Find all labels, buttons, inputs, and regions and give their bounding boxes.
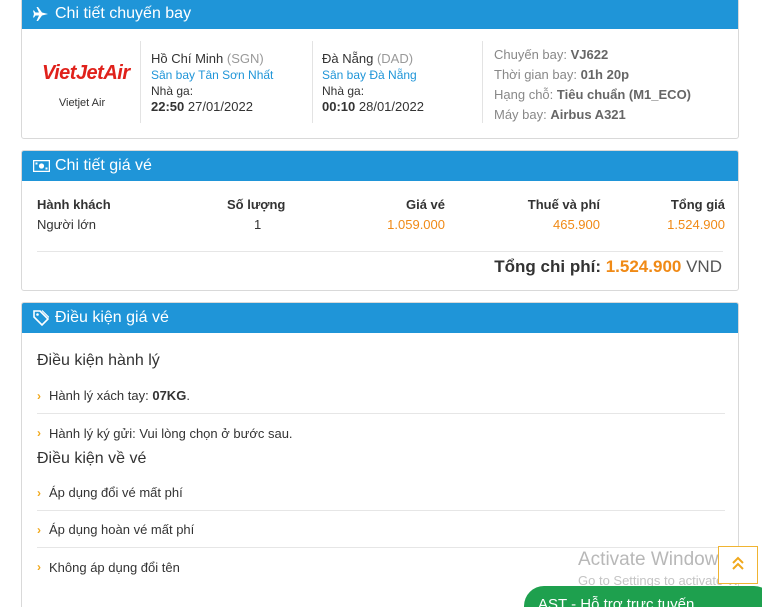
price-table: Hành khách Số lượng Giá vé Thuế và phí T… bbox=[37, 197, 725, 237]
departure-terminal: Nhà ga: bbox=[151, 84, 194, 98]
baggage-conditions-title: Điều kiện hành lý bbox=[37, 352, 160, 369]
flight-number-label: Chuyến bay: bbox=[494, 47, 567, 62]
banknote-icon bbox=[32, 157, 50, 175]
col-total: Tổng giá bbox=[670, 197, 725, 212]
chevron-right-icon: › bbox=[37, 522, 41, 537]
grand-total: Tổng chi phí: 1.524.900 VND bbox=[494, 257, 722, 277]
list-item: › Áp dụng đổi vé mất phí bbox=[37, 475, 725, 511]
arrival-city: Đà Nẵng bbox=[322, 51, 374, 66]
flight-detail-title: Chi tiết chuyến bay bbox=[55, 5, 192, 22]
flight-number: VJ622 bbox=[570, 47, 609, 62]
divider bbox=[482, 41, 483, 123]
ticket-condition: Áp dụng đổi vé mất phí bbox=[49, 485, 183, 500]
divider bbox=[37, 251, 723, 252]
arrival-date: 28/01/2022 bbox=[358, 99, 424, 114]
arrival-code: (DAD) bbox=[376, 51, 414, 66]
scroll-to-top-button[interactable] bbox=[718, 546, 758, 584]
checked-baggage-text: Hành lý ký gửi: Vui lòng chọn ở bước sau… bbox=[49, 425, 293, 441]
aircraft: Airbus A321 bbox=[550, 107, 626, 122]
col-tax: Thuế và phí bbox=[527, 197, 600, 212]
arrival-terminal: Nhà ga: bbox=[322, 84, 365, 98]
airplane-icon bbox=[32, 5, 50, 23]
chevron-right-icon: › bbox=[37, 426, 41, 440]
flight-detail-header: Chi tiết chuyến bay bbox=[22, 0, 738, 29]
price-detail-title: Chi tiết giá vé bbox=[55, 157, 152, 174]
duration: 01h 20p bbox=[580, 67, 630, 82]
airline-logo: VietJetAir Vietjet Air bbox=[42, 62, 130, 109]
col-fare: Giá vé bbox=[405, 197, 445, 212]
activate-windows-watermark: Activate Windows bbox=[578, 549, 728, 570]
row-total-value: 1.524.900 bbox=[667, 217, 725, 232]
passenger-quantity: 1 bbox=[254, 217, 262, 232]
ticket-condition: Không áp dụng đổi tên bbox=[49, 559, 180, 575]
fare-conditions-header: Điều kiện giá vé bbox=[22, 303, 738, 333]
departure-time: 22:50 bbox=[151, 99, 185, 114]
departure-airport[interactable]: Sân bay Tân Sơn Nhất bbox=[151, 67, 273, 83]
arrival-info: Đà Nẵng (DAD) Sân bay Đà Nẵng Nhà ga: 00… bbox=[322, 51, 424, 115]
departure-info: Hồ Chí Minh (SGN) Sân bay Tân Sơn Nhất N… bbox=[151, 51, 273, 115]
list-item: › Hành lý xách tay: 07KG. bbox=[37, 378, 725, 414]
vietjet-logo: VietJetAir bbox=[42, 62, 130, 84]
flight-meta: Chuyến bay: VJ622 Thời gian bay: 01h 20p… bbox=[494, 45, 691, 125]
duration-label: Thời gian bay: bbox=[494, 67, 577, 82]
price-table-header: Hành khách Số lượng Giá vé Thuế và phí T… bbox=[37, 197, 725, 217]
price-detail-panel: Chi tiết giá vé Hành khách Số lượng Giá … bbox=[21, 150, 739, 291]
departure-city: Hồ Chí Minh bbox=[151, 51, 224, 66]
list-item: › Hành lý ký gửi: Vui lòng chọn ở bước s… bbox=[37, 415, 725, 451]
tag-icon bbox=[32, 309, 50, 327]
divider bbox=[312, 41, 313, 123]
aircraft-label: Máy bay: bbox=[494, 107, 547, 122]
chevron-right-icon: › bbox=[37, 560, 41, 574]
class-label: Hạng chỗ: bbox=[494, 87, 554, 102]
arrival-time: 00:10 bbox=[322, 99, 356, 114]
carry-on-label: Hành lý xách tay: bbox=[49, 388, 149, 403]
price-detail-header: Chi tiết giá vé bbox=[22, 151, 738, 181]
fare-conditions-title: Điều kiện giá vé bbox=[55, 309, 169, 326]
grand-total-value: 1.524.900 bbox=[605, 257, 682, 276]
carry-on-value: 07KG bbox=[152, 388, 187, 403]
departure-code: (SGN) bbox=[226, 51, 264, 66]
online-support-button[interactable]: AST - Hỗ trợ trực tuyến bbox=[524, 586, 762, 607]
divider bbox=[140, 41, 141, 123]
passenger-type: Người lớn bbox=[37, 217, 96, 232]
departure-date: 27/01/2022 bbox=[187, 99, 253, 114]
flight-detail-panel: Chi tiết chuyến bay VietJetAir Vietjet A… bbox=[21, 0, 739, 139]
fare-value: 1.059.000 bbox=[387, 217, 445, 232]
currency: VND bbox=[686, 257, 722, 276]
grand-total-label: Tổng chi phí: bbox=[494, 257, 601, 276]
arrival-airport[interactable]: Sân bay Đà Nẵng bbox=[322, 67, 424, 83]
table-row: Người lớn 1 1.059.000 465.900 1.524.900 bbox=[37, 217, 725, 237]
chevron-right-icon: › bbox=[37, 388, 41, 403]
list-item: › Áp dụng hoàn vé mất phí bbox=[37, 512, 725, 548]
chevron-right-icon: › bbox=[37, 485, 41, 500]
tax-value: 465.900 bbox=[553, 217, 600, 232]
seat-class: Tiêu chuẩn (M1_ECO) bbox=[556, 87, 692, 102]
airline-name: Vietjet Air bbox=[58, 97, 106, 109]
ticket-condition: Áp dụng hoàn vé mất phí bbox=[49, 522, 195, 537]
col-quantity: Số lượng bbox=[227, 197, 286, 212]
col-passenger: Hành khách bbox=[37, 197, 111, 212]
double-chevron-up-icon bbox=[730, 555, 746, 576]
ticket-conditions-title: Điều kiện về vé bbox=[37, 450, 147, 467]
